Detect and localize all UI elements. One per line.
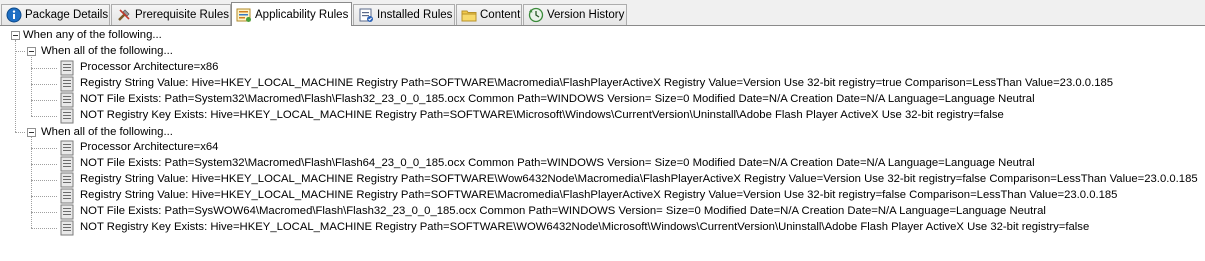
tree-line xyxy=(31,148,57,149)
tools-icon xyxy=(116,7,132,23)
rule-icon xyxy=(59,92,75,108)
tab-installed-rules[interactable]: Installed Rules xyxy=(353,4,455,25)
collapse-toggle[interactable] xyxy=(27,128,36,137)
rule-item[interactable]: NOT Registry Key Exists: Hive=HKEY_LOCAL… xyxy=(80,107,1004,123)
applicability-rules-tree: When any of the following... When all of… xyxy=(0,25,1205,261)
tab-content[interactable]: Content xyxy=(456,4,522,25)
rule-icon xyxy=(59,156,75,172)
folder-icon xyxy=(461,7,477,23)
tree-line xyxy=(15,51,25,52)
tab-label: Prerequisite Rules xyxy=(135,9,229,21)
rule-item[interactable]: Registry String Value: Hive=HKEY_LOCAL_M… xyxy=(80,187,1117,203)
rule-item[interactable]: NOT File Exists: Path=SysWOW64\Macromed\… xyxy=(80,203,1046,219)
tree-line xyxy=(31,100,57,101)
installed-icon xyxy=(358,7,374,23)
rule-icon xyxy=(59,60,75,76)
rule-icon xyxy=(59,188,75,204)
collapse-toggle[interactable] xyxy=(11,31,20,40)
rule-icon xyxy=(59,172,75,188)
history-icon xyxy=(528,7,544,23)
tab-prerequisite-rules[interactable]: Prerequisite Rules xyxy=(111,4,231,25)
tree-root-label[interactable]: When any of the following... xyxy=(23,27,162,43)
rule-item[interactable]: Processor Architecture=x64 xyxy=(80,139,218,155)
tab-label: Content xyxy=(480,9,521,21)
collapse-toggle[interactable] xyxy=(27,47,36,56)
tree-line xyxy=(31,84,57,85)
tree-line xyxy=(31,196,57,197)
tree-line xyxy=(15,40,16,132)
info-icon xyxy=(6,7,22,23)
tab-applicability-rules[interactable]: Applicability Rules xyxy=(231,2,352,26)
tree-line xyxy=(31,180,57,181)
rule-item[interactable]: Registry String Value: Hive=HKEY_LOCAL_M… xyxy=(80,75,1113,91)
rule-item[interactable]: Processor Architecture=x86 xyxy=(80,59,218,75)
tree-line xyxy=(15,132,25,133)
rule-icon xyxy=(59,204,75,220)
tree-group-label[interactable]: When all of the following... xyxy=(41,43,173,59)
tree-line xyxy=(31,68,57,69)
tree-line xyxy=(31,212,57,213)
tree-line xyxy=(31,228,57,229)
tab-label: Applicability Rules xyxy=(255,8,349,21)
tree-group-label[interactable]: When all of the following... xyxy=(41,124,173,140)
rule-icon xyxy=(59,140,75,156)
tab-bar: Package Details Prerequisite Rules Appli… xyxy=(0,0,1205,26)
rule-item[interactable]: NOT Registry Key Exists: Hive=HKEY_LOCAL… xyxy=(80,219,1089,235)
tree-line xyxy=(31,136,32,228)
rule-item[interactable]: Registry String Value: Hive=HKEY_LOCAL_M… xyxy=(80,171,1198,187)
rule-icon xyxy=(59,76,75,92)
tree-line xyxy=(31,116,57,117)
rules-icon xyxy=(236,7,252,23)
tab-label: Package Details xyxy=(25,9,109,21)
rule-item[interactable]: NOT File Exists: Path=System32\Macromed\… xyxy=(80,91,1035,107)
tab-label: Version History xyxy=(547,9,625,21)
tree-line xyxy=(31,164,57,165)
tree-line xyxy=(31,55,32,116)
rule-item[interactable]: NOT File Exists: Path=System32\Macromed\… xyxy=(80,155,1035,171)
rule-icon xyxy=(59,220,75,236)
tab-package-details[interactable]: Package Details xyxy=(1,4,110,25)
tab-label: Installed Rules xyxy=(377,9,453,21)
tab-version-history[interactable]: Version History xyxy=(523,4,627,25)
rule-icon xyxy=(59,108,75,124)
